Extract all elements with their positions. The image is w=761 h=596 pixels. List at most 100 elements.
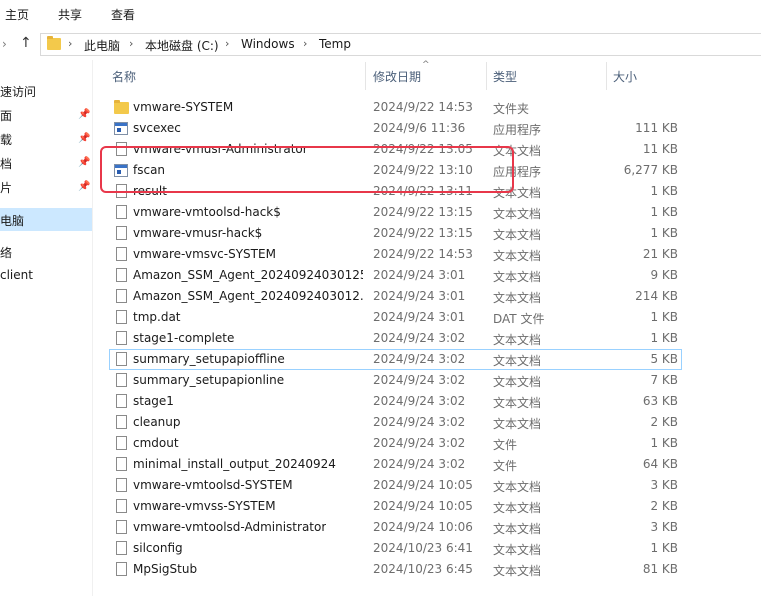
- file-row[interactable]: vmware-SYSTEM 2024/9/22 14:53 文件夹: [109, 97, 682, 118]
- file-date: 2024/9/24 3:01: [373, 289, 466, 303]
- document-icon-shape: [116, 394, 127, 408]
- file-row[interactable]: cleanup 2024/9/24 3:02 文本文档 2 KB: [109, 412, 682, 433]
- file-row[interactable]: Amazon_SSM_Agent_2024092403012... 2024/9/…: [109, 286, 682, 307]
- file-size: 81 KB: [642, 562, 678, 576]
- file-name: vmware-vmusr-Administrator: [133, 142, 308, 156]
- file-date: 2024/9/24 3:02: [373, 352, 466, 366]
- pin-icon: 📌: [78, 133, 91, 144]
- file-type: 文件: [493, 438, 518, 452]
- tab-home[interactable]: 主页: [5, 6, 29, 23]
- sidebar-item-pictures[interactable]: 片: [0, 179, 12, 196]
- file-size: 11 KB: [642, 142, 678, 156]
- file-type: 文本文档: [493, 333, 542, 347]
- file-row[interactable]: silconfig 2024/10/23 6:41 文本文档 1 KB: [109, 538, 682, 559]
- file-name: cmdout: [133, 436, 179, 450]
- file-row[interactable]: fscan 2024/9/22 13:10 应用程序 6,277 KB: [109, 160, 682, 181]
- file-date: 2024/9/24 3:01: [373, 268, 466, 282]
- folder-icon: [47, 36, 61, 50]
- file-size: 64 KB: [642, 457, 678, 471]
- file-row[interactable]: result 2024/9/22 13:11 文本文档 1 KB: [109, 181, 682, 202]
- file-row[interactable]: vmware-vmtoolsd-SYSTEM 2024/9/24 10:05 文本文…: [109, 475, 682, 496]
- file-size: 1 KB: [650, 205, 678, 219]
- column-divider[interactable]: [486, 62, 487, 90]
- file-row[interactable]: summary_setupapioffline 2024/9/24 3:02 文本文…: [109, 349, 682, 370]
- address-row: › ↑ › 此电脑 › 本地磁盘 (C:) › Windows › Temp: [0, 31, 761, 59]
- file-row[interactable]: stage1 2024/9/24 3:02 文本文档 63 KB: [109, 391, 682, 412]
- sidebar-item-desktop[interactable]: 面: [0, 107, 12, 124]
- file-row[interactable]: MpSigStub 2024/10/23 6:45 文本文档 81 KB: [109, 559, 682, 580]
- file-row[interactable]: vmware-vmtoolsd-Administrator 2024/9/24 1…: [109, 517, 682, 538]
- file-row[interactable]: summary_setupapionline 2024/9/24 3:02 文本文档…: [109, 370, 682, 391]
- column-header-size[interactable]: 大小: [613, 68, 637, 85]
- file-row[interactable]: cmdout 2024/9/24 3:02 文件 1 KB: [109, 433, 682, 454]
- file-size: 1 KB: [650, 226, 678, 240]
- breadcrumb-separator: ›: [129, 37, 134, 50]
- file-size: 2 KB: [650, 415, 678, 429]
- file-type: 应用程序: [493, 123, 542, 137]
- breadcrumb-temp[interactable]: Temp: [319, 37, 351, 51]
- breadcrumb-this-pc[interactable]: 此电脑: [84, 37, 120, 54]
- file-row[interactable]: vmware-vmusr-hack$ 2024/9/22 13:15 文本文档 1 K…: [109, 223, 682, 244]
- column-header-date[interactable]: 修改日期: [373, 68, 421, 85]
- document-icon-shape: [116, 541, 127, 555]
- column-header-name[interactable]: 名称: [112, 68, 136, 85]
- sidebar-item-this-pc[interactable]: 电脑: [0, 208, 92, 231]
- file-name: Amazon_SSM_Agent_20240924030125: [133, 268, 363, 282]
- document-icon-shape: [116, 415, 127, 429]
- tab-view[interactable]: 查看: [111, 6, 135, 23]
- document-icon-shape: [116, 142, 127, 156]
- file-size: 9 KB: [650, 268, 678, 282]
- document-icon-shape: [116, 268, 127, 282]
- file-size: 1 KB: [650, 310, 678, 324]
- file-row[interactable]: minimal_install_output_20240924 2024/9/24…: [109, 454, 682, 475]
- file-row[interactable]: vmware-vmtoolsd-hack$ 2024/9/22 13:15 文本文档…: [109, 202, 682, 223]
- document-icon-shape: [116, 499, 127, 513]
- file-name: cleanup: [133, 415, 181, 429]
- sidebar-item-network[interactable]: 络: [0, 244, 12, 261]
- file-type: 文本文档: [493, 354, 542, 368]
- file-type: 文本文档: [493, 186, 542, 200]
- forward-icon[interactable]: ›: [2, 37, 7, 51]
- file-size: 7 KB: [650, 373, 678, 387]
- file-row[interactable]: tmp.dat 2024/9/24 3:01 DAT 文件 1 KB: [109, 307, 682, 328]
- breadcrumb-separator: ›: [225, 37, 230, 50]
- file-type: 文本文档: [493, 207, 542, 221]
- file-row[interactable]: vmware-vmsvc-SYSTEM 2024/9/22 14:53 文本文档 21…: [109, 244, 682, 265]
- file-row[interactable]: Amazon_SSM_Agent_20240924030125 2024/9/24…: [109, 265, 682, 286]
- file-name: vmware-vmusr-hack$: [133, 226, 263, 240]
- breadcrumb-local-disk[interactable]: 本地磁盘 (C:): [145, 37, 219, 54]
- pin-icon: 📌: [78, 157, 91, 168]
- file-row[interactable]: vmware-vmvss-SYSTEM 2024/9/24 10:05 文本文档 2 …: [109, 496, 682, 517]
- file-row[interactable]: svcexec 2024/9/6 11:36 应用程序 111 KB: [109, 118, 682, 139]
- file-type: 文本文档: [493, 522, 542, 536]
- file-row[interactable]: vmware-vmusr-Administrator 2024/9/22 13:0…: [109, 139, 682, 160]
- sidebar-item-downloads[interactable]: 载: [0, 131, 12, 148]
- column-header-type[interactable]: 类型: [493, 68, 517, 85]
- document-icon-shape: [116, 478, 127, 492]
- tab-share[interactable]: 共享: [58, 6, 82, 23]
- document-icon-shape: [116, 226, 127, 240]
- file-date: 2024/9/22 13:11: [373, 184, 473, 198]
- document-icon-shape: [116, 331, 127, 345]
- sidebar-item-quick-access[interactable]: 速访问: [0, 83, 36, 100]
- file-date: 2024/9/24 3:02: [373, 373, 466, 387]
- file-type: 文本文档: [493, 564, 542, 578]
- file-size: 63 KB: [642, 394, 678, 408]
- file-size: 5 KB: [650, 352, 678, 366]
- address-bar[interactable]: › 此电脑 › 本地磁盘 (C:) › Windows › Temp: [40, 33, 761, 56]
- column-divider[interactable]: [365, 62, 366, 90]
- file-size: 3 KB: [650, 478, 678, 492]
- file-name: vmware-vmtoolsd-Administrator: [133, 520, 327, 534]
- sidebar-item-documents[interactable]: 档: [0, 155, 12, 172]
- file-name: Amazon_SSM_Agent_2024092403012...: [133, 289, 363, 303]
- sidebar-item-client[interactable]: client: [0, 268, 33, 282]
- file-row[interactable]: stage1-complete 2024/9/24 3:02 文本文档 1 KB: [109, 328, 682, 349]
- file-name: svcexec: [133, 121, 181, 135]
- column-divider[interactable]: [606, 62, 607, 90]
- up-arrow-icon[interactable]: ↑: [20, 35, 32, 51]
- application-icon-shape: [114, 164, 128, 177]
- breadcrumb-windows[interactable]: Windows: [241, 37, 295, 51]
- pin-icon: 📌: [78, 181, 91, 192]
- file-size: 1 KB: [650, 436, 678, 450]
- file-size: 2 KB: [650, 499, 678, 513]
